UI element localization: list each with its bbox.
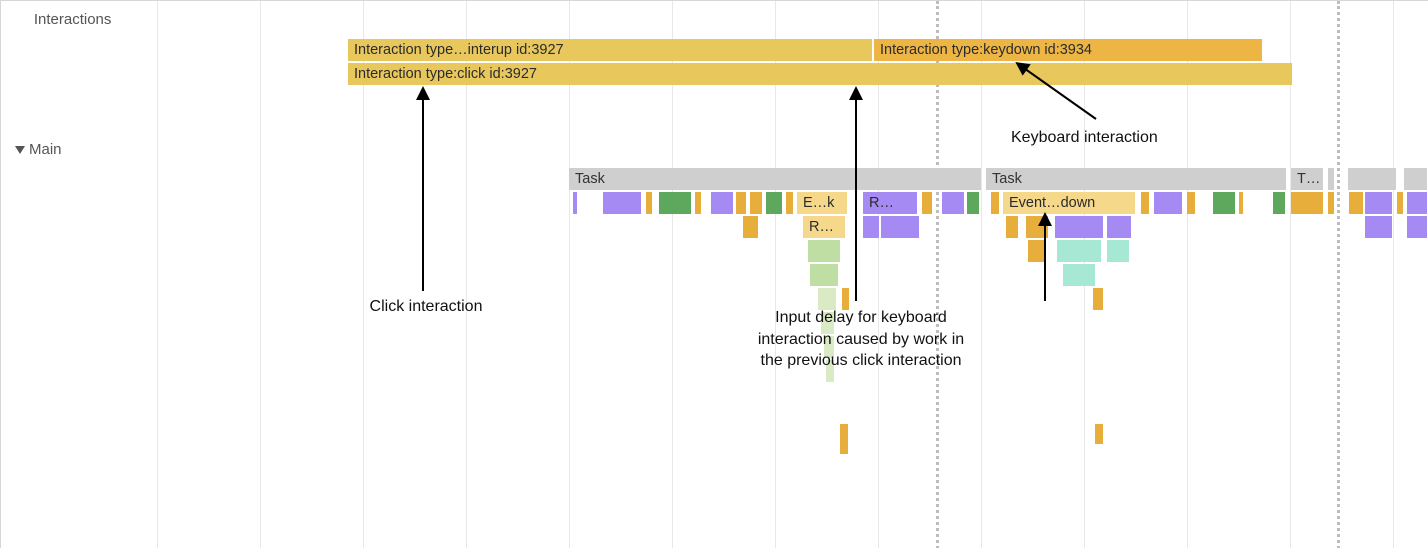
flame-bar[interactable] bbox=[942, 192, 964, 214]
flame-bar[interactable] bbox=[922, 192, 932, 214]
flame-bar[interactable] bbox=[1063, 264, 1095, 286]
flame-bar[interactable] bbox=[1291, 192, 1323, 214]
interaction-bar-pointerup[interactable]: Interaction type…interup id:3927 bbox=[348, 39, 872, 61]
flame-bar[interactable] bbox=[1273, 192, 1285, 214]
annotation-click: Click interaction bbox=[346, 296, 506, 318]
performance-panel: { "rows": { "interactions_label": "Inter… bbox=[0, 0, 1428, 548]
bar-label: Event…down bbox=[1009, 195, 1095, 211]
flame-bar-event-keydown[interactable]: Event…down bbox=[1003, 192, 1135, 214]
flame-bar[interactable] bbox=[1349, 192, 1363, 214]
bar-label: Interaction type:keydown id:3934 bbox=[880, 42, 1092, 58]
task-bar[interactable]: T… bbox=[1291, 168, 1323, 190]
track-label-interactions[interactable]: ▼Interactions bbox=[15, 11, 111, 29]
flame-bar[interactable] bbox=[1107, 240, 1129, 262]
flame-bar[interactable] bbox=[1095, 424, 1103, 444]
flame-bar[interactable] bbox=[1365, 216, 1392, 238]
grid-line bbox=[260, 1, 261, 548]
flame-bar[interactable] bbox=[840, 424, 848, 454]
flame-bar[interactable] bbox=[743, 216, 758, 238]
bar-label: Interaction type…interup id:3927 bbox=[354, 42, 564, 58]
marker-line bbox=[1337, 1, 1340, 548]
flame-bar[interactable] bbox=[1239, 192, 1243, 214]
flame-bar[interactable] bbox=[1187, 192, 1195, 214]
task-bar[interactable] bbox=[1348, 168, 1396, 190]
task-bar[interactable]: Task bbox=[569, 168, 981, 190]
flame-bar[interactable] bbox=[1328, 192, 1334, 214]
interaction-bar-keydown[interactable]: Interaction type:keydown id:3934 bbox=[874, 39, 1262, 61]
flame-bar[interactable] bbox=[736, 192, 746, 214]
flame-bar[interactable] bbox=[766, 192, 782, 214]
track-label-main[interactable]: Main bbox=[15, 141, 62, 158]
flame-bar[interactable] bbox=[1397, 192, 1403, 214]
flame-bar[interactable] bbox=[1026, 216, 1048, 238]
flame-bar[interactable] bbox=[786, 192, 793, 214]
flame-bar[interactable] bbox=[1057, 240, 1101, 262]
bar-label: Task bbox=[992, 171, 1022, 187]
flame-bar[interactable] bbox=[1006, 216, 1018, 238]
flame-bar[interactable] bbox=[1028, 240, 1046, 262]
bar-label: R…s bbox=[809, 219, 841, 235]
annotation-keyboard: Keyboard interaction bbox=[1011, 127, 1231, 149]
flame-bar[interactable] bbox=[750, 192, 762, 214]
task-bar[interactable] bbox=[1404, 168, 1427, 190]
flame-bar[interactable] bbox=[1093, 288, 1103, 310]
flame-bar[interactable] bbox=[967, 192, 979, 214]
task-bar[interactable] bbox=[1328, 168, 1334, 190]
chevron-down-icon bbox=[15, 145, 25, 155]
flame-bar[interactable] bbox=[603, 192, 641, 214]
flame-bar[interactable] bbox=[1141, 192, 1149, 214]
task-bar[interactable]: Task bbox=[986, 168, 1286, 190]
bar-label: R… bbox=[869, 195, 894, 211]
flame-bar[interactable] bbox=[573, 192, 577, 214]
bar-label: Interaction type:click id:3927 bbox=[354, 66, 537, 82]
flame-bar[interactable] bbox=[863, 216, 879, 238]
flame-bar[interactable]: R…s bbox=[803, 216, 845, 238]
grid-line bbox=[1393, 1, 1394, 548]
flame-bar[interactable] bbox=[1365, 192, 1392, 214]
flame-bar[interactable] bbox=[881, 216, 919, 238]
track-label-text: Main bbox=[29, 141, 62, 158]
bar-label: Task bbox=[575, 171, 605, 187]
flame-bar[interactable] bbox=[646, 192, 652, 214]
flame-bar[interactable] bbox=[1407, 216, 1427, 238]
interaction-bar-click[interactable]: Interaction type:click id:3927 bbox=[348, 63, 1292, 85]
flame-bar[interactable] bbox=[1154, 192, 1182, 214]
flame-bar[interactable] bbox=[1213, 192, 1235, 214]
track-label-text: Interactions bbox=[34, 11, 112, 28]
flame-bar[interactable] bbox=[695, 192, 701, 214]
flame-bar[interactable] bbox=[808, 240, 840, 262]
flame-bar[interactable] bbox=[1055, 216, 1103, 238]
flame-bar[interactable] bbox=[711, 192, 733, 214]
flame-bar[interactable] bbox=[810, 264, 838, 286]
grid-line bbox=[157, 1, 158, 548]
flame-bar[interactable] bbox=[659, 192, 691, 214]
flame-bar-event[interactable]: E…k bbox=[797, 192, 847, 214]
flame-bar[interactable]: R… bbox=[863, 192, 917, 214]
bar-label: E…k bbox=[803, 195, 834, 211]
bar-label: T… bbox=[1297, 171, 1320, 187]
annotation-input-delay: Input delay for keyboardinteraction caus… bbox=[721, 307, 1001, 372]
flame-bar[interactable] bbox=[991, 192, 999, 214]
flame-bar[interactable] bbox=[1107, 216, 1131, 238]
flame-bar[interactable] bbox=[1407, 192, 1427, 214]
